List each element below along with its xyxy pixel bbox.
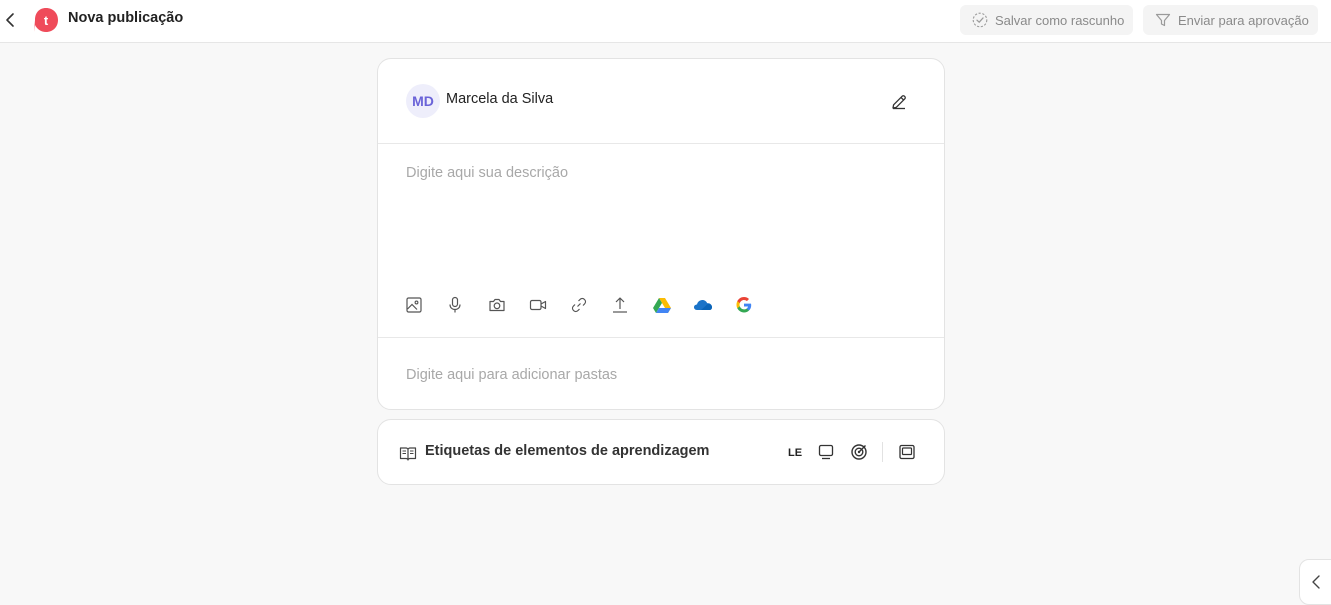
avatar: MD bbox=[406, 84, 440, 118]
target-icon[interactable] bbox=[848, 441, 870, 463]
google-icon[interactable] bbox=[730, 291, 758, 319]
chevron-left-icon bbox=[1312, 575, 1320, 589]
folders-input[interactable] bbox=[406, 364, 906, 386]
top-bar: t Nova publicação Salvar como rascunho E… bbox=[0, 0, 1331, 43]
learning-labels-title: Etiquetas de elementos de aprendizagem bbox=[425, 443, 710, 459]
post-editor-card: MD Marcela da Silva bbox=[377, 58, 945, 410]
microphone-icon[interactable] bbox=[441, 291, 469, 319]
app-logo: t bbox=[33, 7, 59, 33]
page-title: Nova publicação bbox=[68, 10, 184, 26]
submit-approval-label: Enviar para aprovação bbox=[1178, 12, 1309, 28]
check-circle-icon bbox=[972, 12, 988, 28]
author-row: MD Marcela da Silva bbox=[378, 59, 944, 144]
upload-icon[interactable] bbox=[606, 291, 634, 319]
back-button[interactable] bbox=[1, 9, 19, 31]
save-draft-label: Salvar como rascunho bbox=[995, 12, 1125, 28]
frame-icon[interactable] bbox=[896, 441, 918, 463]
camera-icon[interactable] bbox=[483, 291, 511, 319]
image-icon[interactable] bbox=[400, 291, 428, 319]
le-tag-button[interactable]: LE bbox=[782, 442, 808, 464]
save-draft-button[interactable]: Salvar como rascunho bbox=[960, 5, 1133, 35]
edit-author-button[interactable] bbox=[888, 91, 910, 113]
google-drive-icon[interactable] bbox=[648, 291, 676, 319]
onedrive-icon[interactable] bbox=[689, 291, 717, 319]
chevron-left-icon bbox=[6, 13, 14, 27]
send-icon bbox=[1155, 12, 1171, 28]
submit-approval-button[interactable]: Enviar para aprovação bbox=[1143, 5, 1318, 35]
folders-row bbox=[378, 337, 944, 411]
divider bbox=[882, 442, 883, 462]
author-name: Marcela da Silva bbox=[446, 91, 554, 107]
monitor-icon[interactable] bbox=[815, 441, 837, 463]
description-input[interactable] bbox=[406, 165, 916, 275]
book-open-icon bbox=[399, 444, 417, 462]
pencil-icon bbox=[892, 95, 906, 110]
svg-text:t: t bbox=[44, 13, 49, 28]
learning-labels-card: Etiquetas de elementos de aprendizagem L… bbox=[377, 419, 945, 485]
side-panel-toggle[interactable] bbox=[1299, 559, 1331, 605]
link-icon[interactable] bbox=[565, 291, 593, 319]
media-toolbar bbox=[400, 291, 772, 319]
video-icon[interactable] bbox=[524, 291, 552, 319]
